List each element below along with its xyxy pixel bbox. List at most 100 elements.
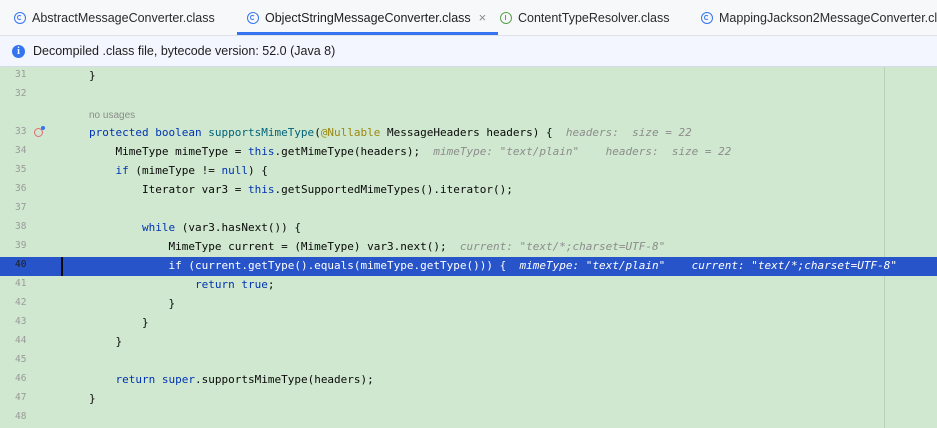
line-number: 34 — [15, 145, 27, 156]
code-text: } — [89, 297, 175, 310]
interface-icon — [500, 11, 512, 24]
code-text: } — [89, 316, 149, 329]
line-number: 39 — [15, 240, 27, 251]
code-token: } — [141, 316, 149, 329]
code-line[interactable]: 43 } — [0, 314, 937, 333]
code-token: ; — [267, 278, 275, 291]
code-token: null — [221, 164, 248, 177]
line-number: 40 — [15, 259, 27, 270]
line-number: 45 — [15, 354, 27, 365]
info-icon: i — [12, 44, 25, 58]
code-line[interactable]: 32 — [0, 86, 937, 105]
code-token: return true — [194, 278, 268, 291]
line-number: 41 — [15, 278, 27, 289]
code-editor[interactable]: no usages 31} 32 33 protected boolean suppo… — [0, 67, 937, 428]
code-text: } — [89, 335, 123, 348]
code-line[interactable]: 41 return true; — [0, 276, 937, 295]
code-text: while (var3.hasNext()) { — [89, 221, 301, 234]
code-token: return super — [115, 373, 195, 386]
code-text: } — [89, 392, 96, 405]
code-token: @Nullable — [320, 126, 381, 139]
line-number: 44 — [15, 335, 27, 346]
code-line[interactable]: 39 MimeType current = (MimeType) var3.ne… — [0, 238, 937, 257]
code-text: if (mimeType != null) { — [89, 164, 268, 177]
code-token: (mimeType != — [128, 164, 222, 177]
line-number: 38 — [15, 221, 27, 232]
code-line[interactable]: 48 — [0, 409, 937, 428]
code-line[interactable]: 34 MimeType mimeType = this.getMimeType(… — [0, 143, 937, 162]
code-line[interactable]: 45 — [0, 352, 937, 371]
code-token: (var3.hasNext()) { — [175, 221, 301, 234]
code-token: this — [247, 183, 275, 196]
code-token: } — [89, 392, 96, 405]
line-number: 42 — [15, 297, 27, 308]
line-number: 35 — [15, 164, 27, 175]
code-text: protected boolean supportsMimeType(@Null… — [89, 126, 692, 139]
tab-mapping-jackson2-message-converter[interactable]: MappingJackson2MessageConverter.cla — [701, 0, 937, 35]
code-token: } — [168, 297, 176, 310]
code-token: if — [168, 259, 182, 272]
code-token: .getSupportedMimeTypes().iterator(); — [274, 183, 513, 196]
line-number: 48 — [15, 411, 27, 422]
code-text: Iterator var3 = this.getSupportedMimeTyp… — [89, 183, 513, 196]
code-line[interactable]: 31} — [0, 67, 937, 86]
tab-label: AbstractMessageConverter.class — [32, 10, 215, 25]
line-number: 37 — [15, 202, 27, 213]
code-text: MimeType mimeType = this.getMimeType(hea… — [89, 145, 732, 158]
code-token: } — [115, 335, 123, 348]
editor-tab-bar: AbstractMessageConverter.class ObjectStr… — [0, 0, 937, 36]
banner-text: Decompiled .class file, bytecode version… — [33, 44, 336, 58]
tab-label: MappingJackson2MessageConverter.cla — [719, 10, 937, 25]
class-icon — [701, 11, 713, 24]
line-number: 36 — [15, 183, 27, 194]
code-token: Iterator var3 = — [141, 183, 248, 196]
code-token: .getMimeType(headers); — [274, 145, 434, 158]
inlay-hint: mimeType: "text/plain" current: "text/*;… — [519, 259, 898, 272]
code-token: MimeType current = (MimeType) var3.next(… — [168, 240, 460, 253]
tab-content-type-resolver[interactable]: ContentTypeResolver.class — [500, 0, 669, 35]
code-token: this — [247, 145, 275, 158]
code-text: if (current.getType().equals(mimeType.ge… — [89, 259, 897, 272]
code-line-selected[interactable]: 40 if (current.getType().equals(mimeType… — [0, 257, 937, 276]
code-token: .supportsMimeType(headers); — [194, 373, 374, 386]
class-icon — [247, 11, 259, 24]
code-text: return true; — [89, 278, 274, 291]
code-line[interactable]: 36 Iterator var3 = this.getSupportedMime… — [0, 181, 937, 200]
tab-object-string-message-converter[interactable]: ObjectStringMessageConverter.class × — [237, 0, 499, 35]
code-token: MimeType mimeType = — [115, 145, 248, 158]
class-icon — [14, 11, 26, 24]
code-token: } — [89, 69, 96, 82]
tab-label: ContentTypeResolver.class — [518, 10, 670, 25]
code-token: protected boolean — [89, 126, 209, 139]
code-line[interactable]: 37 — [0, 200, 937, 219]
code-line[interactable]: 35 if (mimeType != null) { — [0, 162, 937, 181]
code-text: MimeType current = (MimeType) var3.next(… — [89, 240, 665, 253]
code-token: (current.getType().equals(mimeType.getTy… — [181, 259, 520, 272]
code-line[interactable]: 33 protected boolean supportsMimeType(@Nu… — [0, 124, 937, 143]
override-method-icon[interactable] — [34, 126, 45, 137]
line-number: 31 — [15, 69, 27, 80]
usages-inlay[interactable]: no usages — [89, 110, 135, 121]
close-icon[interactable]: × — [479, 10, 487, 25]
inlay-hint: headers: size = 22 — [565, 126, 692, 139]
code-line[interactable]: 44 } — [0, 333, 937, 352]
code-line[interactable]: 47} — [0, 390, 937, 409]
line-number: 43 — [15, 316, 27, 327]
line-number: 46 — [15, 373, 27, 384]
code-token: MessageHeaders headers) { — [380, 126, 566, 139]
inlay-hint: mimeType: "text/plain" headers: size = 2… — [433, 145, 732, 158]
code-line[interactable]: 42 } — [0, 295, 937, 314]
code-token: supportsMimeType — [208, 126, 315, 139]
code-line[interactable]: 46 return super.supportsMimeType(headers… — [0, 371, 937, 390]
code-token: while — [141, 221, 176, 234]
line-number: 33 — [15, 126, 27, 137]
code-token: ( — [314, 126, 321, 139]
code-line[interactable]: 38 while (var3.hasNext()) { — [0, 219, 937, 238]
tab-abstract-message-converter[interactable]: AbstractMessageConverter.class — [14, 0, 215, 35]
decompiled-info-banner: i Decompiled .class file, bytecode versi… — [0, 36, 937, 67]
code-token: if — [115, 164, 129, 177]
code-text: } — [89, 69, 96, 82]
text-caret — [61, 257, 63, 276]
line-number: 32 — [15, 88, 27, 99]
tab-label: ObjectStringMessageConverter.class — [265, 10, 471, 25]
